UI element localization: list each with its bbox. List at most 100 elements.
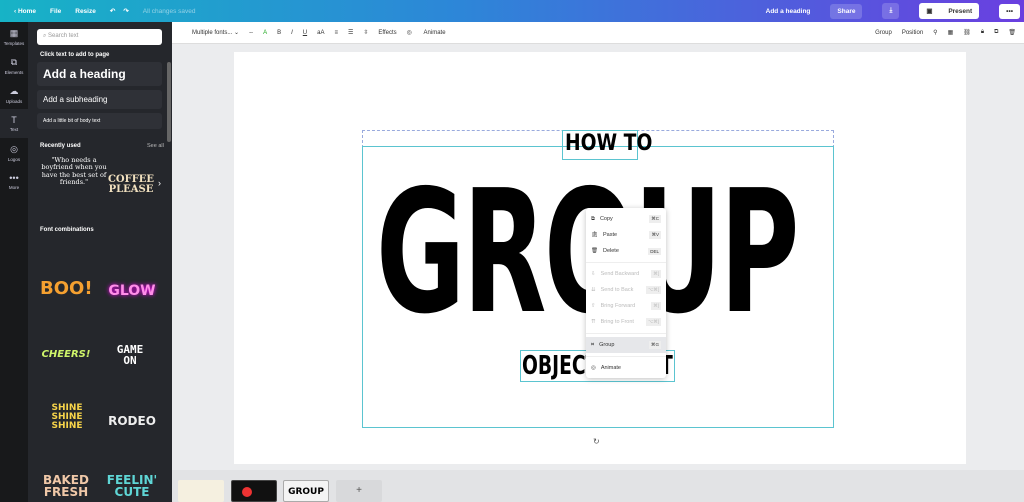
- link-icon[interactable]: ⛓: [963, 29, 971, 36]
- shortcut: DEL: [648, 247, 661, 255]
- text-icon: T: [11, 115, 17, 125]
- add-page-button[interactable]: +: [336, 480, 382, 502]
- rail-label: More: [8, 185, 20, 190]
- transparency-icon[interactable]: ▦: [948, 29, 954, 36]
- present-button[interactable]: ▣ Present: [919, 3, 980, 19]
- menu-copy[interactable]: ⧉ Copy ⌘C: [586, 211, 666, 227]
- shortcut: ⌘V: [649, 231, 661, 239]
- font-label: Multiple fonts...: [192, 30, 233, 36]
- combo-shine[interactable]: SHINE SHINE SHINE: [48, 404, 86, 431]
- rail-label: Logos: [7, 156, 21, 162]
- share-button[interactable]: Share: [830, 3, 863, 19]
- recently-used-label: Recently used: [40, 143, 81, 149]
- combo-feelin-cute[interactable]: FEELIN' CUTE: [106, 474, 158, 498]
- combo-baked-fresh[interactable]: BAKED FRESH: [40, 474, 92, 498]
- shortcut: ⌥⌘[: [646, 286, 661, 294]
- how-to-text[interactable]: HOW TO: [565, 133, 652, 155]
- page-thumbnail-2[interactable]: [231, 480, 277, 502]
- lock-icon[interactable]: 🔒︎: [981, 29, 984, 36]
- editor-toolbar: Multiple fonts... ⌄ -- A B I U aA ≡ ☰ ⇳ …: [172, 22, 1024, 44]
- font-select[interactable]: Multiple fonts... ⌄: [182, 29, 239, 36]
- chevron-right-icon[interactable]: ›: [158, 178, 161, 188]
- copy-style-icon[interactable]: ⚲: [933, 29, 937, 36]
- send-backward-icon: ⇩: [591, 271, 596, 277]
- top-bar: ‹ Home File Resize ↶ ↷ All changes saved…: [0, 0, 1024, 22]
- animate-button[interactable]: ◎ Animate: [407, 29, 446, 36]
- spacing-icon[interactable]: ⇳: [363, 29, 368, 36]
- menu-label: Copy: [599, 216, 613, 222]
- rotate-handle-icon[interactable]: ↻: [593, 437, 600, 446]
- recent-coffee[interactable]: COFFEE PLEASE: [106, 175, 156, 195]
- effects-button[interactable]: Effects: [378, 30, 396, 36]
- rail-label: Text: [9, 127, 19, 132]
- shortcut: ⌘]: [651, 302, 661, 310]
- combo-cheers[interactable]: CHEERS!: [40, 350, 92, 360]
- menu-group[interactable]: ⌗ Group ⌘G: [586, 337, 666, 353]
- underline-icon[interactable]: U: [303, 30, 307, 36]
- align-icon[interactable]: ≡: [334, 30, 338, 36]
- send-to-back-icon: ⇊: [591, 287, 596, 293]
- italic-icon[interactable]: I: [291, 30, 293, 36]
- combo-glow[interactable]: GLOW: [106, 284, 158, 298]
- search-placeholder: Search text: [48, 33, 79, 39]
- add-heading-button[interactable]: Add a heading: [37, 62, 162, 86]
- file-menu[interactable]: File: [50, 8, 61, 15]
- bring-forward-icon: ⇧: [591, 303, 596, 309]
- rail-uploads[interactable]: ☁ Uploads: [0, 80, 28, 109]
- shortcut: ⌘C: [649, 215, 661, 223]
- side-rail: ▦ Templates ⧉ Elements ☁ Uploads T Text ◎ Log…: [0, 22, 28, 502]
- home-label: Home: [17, 7, 37, 15]
- menu-paste[interactable]: 📋︎ Paste ⌘V: [586, 227, 666, 243]
- rail-text[interactable]: T Text: [0, 109, 28, 138]
- add-subheading-button[interactable]: Add a subheading: [37, 90, 162, 109]
- resize-button[interactable]: Resize: [75, 8, 96, 15]
- trash-icon: 🗑︎: [591, 248, 598, 254]
- menu-animate[interactable]: ◎ Animate: [586, 360, 666, 376]
- paste-icon: 📋︎: [591, 232, 598, 238]
- recent-quote[interactable]: "Who needs a boyfriend when you have the…: [40, 156, 108, 187]
- add-body-button[interactable]: Add a little bit of body text: [37, 113, 162, 129]
- rail-logos[interactable]: ◎ Logos: [0, 138, 28, 167]
- font-combinations-label: Font combinations: [40, 227, 94, 233]
- save-status: All changes saved: [142, 7, 196, 15]
- font-size-field[interactable]: --: [249, 30, 253, 36]
- menu-label: Group: [599, 342, 615, 348]
- text-panel: ⌕ Search text Click text to add to page …: [28, 22, 172, 502]
- list-icon[interactable]: ☰: [348, 29, 353, 36]
- duplicate-icon[interactable]: ⧉: [994, 29, 998, 36]
- menu-delete[interactable]: 🗑︎ Delete DEL: [586, 243, 666, 259]
- home-button[interactable]: ‹ Home: [14, 8, 36, 15]
- page-thumbnail-3[interactable]: GROUP: [283, 480, 329, 502]
- bold-icon[interactable]: B: [277, 30, 281, 36]
- copy-icon: ⧉: [591, 215, 595, 222]
- elements-icon: ⧉: [10, 56, 18, 67]
- click-text-label: Click text to add to page: [40, 52, 110, 58]
- combo-rodeo[interactable]: RODEO: [106, 415, 158, 427]
- rail-elements[interactable]: ⧉ Elements: [0, 51, 28, 80]
- rail-templates[interactable]: ▦ Templates: [0, 22, 28, 51]
- page-thumbnail-1[interactable]: [178, 480, 224, 502]
- case-icon[interactable]: aA: [317, 30, 324, 36]
- thumbnail-circle: [242, 487, 252, 497]
- trash-icon[interactable]: 🗑︎: [1008, 29, 1016, 36]
- more-icon: •••: [9, 173, 19, 183]
- search-input[interactable]: ⌕ Search text: [37, 29, 162, 45]
- download-icon[interactable]: ⤓: [882, 3, 900, 19]
- rail-label: Templates: [3, 40, 25, 46]
- undo-icon[interactable]: ↶: [110, 7, 115, 15]
- see-all-link[interactable]: See all: [147, 143, 164, 149]
- text-color-icon[interactable]: A: [263, 30, 267, 36]
- design-title[interactable]: Add a heading: [766, 8, 811, 15]
- group-button[interactable]: Group: [875, 30, 892, 36]
- panel-scrollbar[interactable]: [167, 62, 171, 142]
- shortcut: ⌘G: [648, 341, 661, 349]
- more-button[interactable]: •••: [999, 3, 1020, 19]
- shortcut: ⌘[: [651, 270, 661, 278]
- redo-icon[interactable]: ↷: [123, 7, 128, 15]
- menu-bring-forward: ⇧ Bring Forward ⌘]: [586, 298, 666, 314]
- rail-more[interactable]: ••• More: [0, 167, 28, 196]
- templates-icon: ▦: [9, 27, 19, 38]
- combo-boo[interactable]: BOO!: [40, 280, 93, 298]
- combo-game-on[interactable]: GAME ON: [108, 344, 152, 366]
- position-button[interactable]: Position: [902, 30, 923, 36]
